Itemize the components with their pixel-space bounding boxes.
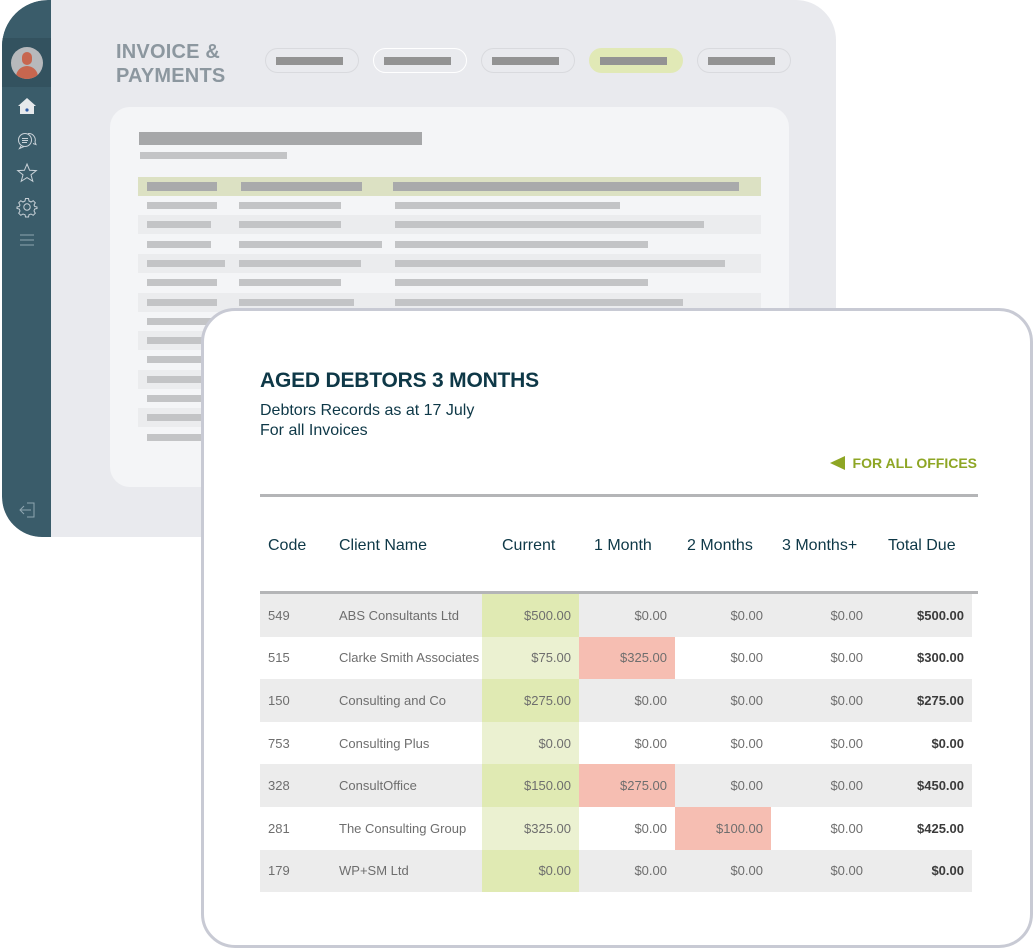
cell-code: 179 <box>268 863 290 879</box>
gear-icon[interactable] <box>16 196 38 218</box>
cell-code: 549 <box>268 607 290 623</box>
cell-m2: $0.00 <box>730 863 763 879</box>
cell-code: 281 <box>268 820 290 836</box>
avatar[interactable] <box>11 47 43 79</box>
placeholder-subheading <box>140 152 287 159</box>
cell-total: $425.00 <box>917 820 964 836</box>
star-icon[interactable] <box>16 162 38 184</box>
table-row[interactable]: 281 The Consulting Group $325.00 $0.00 $100.… <box>260 806 972 850</box>
table-row[interactable]: 150 Consulting and Co $275.00 $0.00 $0.00 $0.… <box>260 679 972 722</box>
column-header-client-name[interactable]: Client Name <box>339 537 427 555</box>
tab-2[interactable] <box>373 48 467 73</box>
cell-m1: $0.00 <box>634 735 667 751</box>
cell-client: The Consulting Group <box>339 820 467 836</box>
cell-code: 328 <box>268 778 290 794</box>
office-filter-link[interactable]: FOR ALL OFFICES <box>829 455 977 471</box>
cell-m3: $0.00 <box>830 735 863 751</box>
report-scope: For all Invoices <box>260 422 368 439</box>
cell-m1: $0.00 <box>634 820 667 836</box>
column-header-2-months[interactable]: 2 Months <box>687 537 753 555</box>
cell-m3: $0.00 <box>830 820 863 836</box>
cell-current: $150.00 <box>482 764 579 807</box>
cell-m2: $0.00 <box>730 650 763 666</box>
cell-current: $325.00 <box>482 806 579 850</box>
placeholder-table-row <box>138 253 761 273</box>
cell-m1: $0.00 <box>634 692 667 708</box>
placeholder-table-row <box>138 235 761 254</box>
divider <box>260 494 978 497</box>
table-row[interactable]: 515 Clarke Smith Associates $75.00 $325.00 $… <box>260 636 972 680</box>
cell-code: 150 <box>268 692 290 708</box>
cell-m3: $0.00 <box>830 650 863 666</box>
cell-code: 515 <box>268 650 290 666</box>
sidebar-item-profile[interactable] <box>2 38 51 87</box>
placeholder-table-row <box>138 273 761 292</box>
cell-client: Consulting and Co <box>339 692 446 708</box>
cell-code: 753 <box>268 735 290 751</box>
cell-total: $300.00 <box>917 650 964 666</box>
cell-current: $500.00 <box>482 594 579 637</box>
cell-current: $75.00 <box>482 636 579 680</box>
cell-client: Consulting Plus <box>339 735 430 751</box>
report-subtitle: Debtors Records as at 17 July <box>260 402 475 419</box>
table-row[interactable]: 753 Consulting Plus $0.00 $0.00 $0.00 $0.00 $0… <box>260 721 972 765</box>
column-header-code[interactable]: Code <box>268 537 306 555</box>
column-header-1-month[interactable]: 1 Month <box>594 537 652 555</box>
aged-debtors-report-card: AGED DEBTORS 3 MONTHS Debtors Records as… <box>201 308 1033 948</box>
chevron-left-icon <box>829 456 845 470</box>
report-title: AGED DEBTORS 3 MONTHS <box>260 369 539 392</box>
placeholder-table-row <box>138 196 761 215</box>
cell-m3: $0.00 <box>830 607 863 623</box>
aged-debtors-table-body: 549 ABS Consultants Ltd $500.00 $0.00 $0.00 $… <box>260 594 972 893</box>
cell-m2: $0.00 <box>730 735 763 751</box>
table-row[interactable]: 549 ABS Consultants Ltd $500.00 $0.00 $0.00 $… <box>260 594 972 637</box>
column-header-3-months[interactable]: 3 Months+ <box>782 537 857 555</box>
cell-total: $0.00 <box>931 735 964 751</box>
cell-current: $0.00 <box>482 849 579 893</box>
column-header-current[interactable]: Current <box>502 537 555 555</box>
cell-m3: $0.00 <box>830 778 863 794</box>
tab-3[interactable] <box>481 48 575 73</box>
cell-total: $275.00 <box>917 692 964 708</box>
cell-m2: $0.00 <box>730 778 763 794</box>
cell-m2: $100.00 <box>675 806 771 850</box>
cell-m2: $0.00 <box>730 692 763 708</box>
page-title: INVOICE & PAYMENTS <box>116 41 226 87</box>
cell-client: ABS Consultants Ltd <box>339 607 459 623</box>
placeholder-table-header <box>138 177 761 196</box>
cell-m1: $0.00 <box>634 607 667 623</box>
cell-m1: $0.00 <box>634 863 667 879</box>
office-filter-label: FOR ALL OFFICES <box>852 455 977 471</box>
cell-client: Clarke Smith Associates <box>339 650 480 666</box>
tab-1[interactable] <box>265 48 359 73</box>
cell-m1: $275.00 <box>579 764 675 807</box>
placeholder-heading <box>139 132 422 145</box>
cell-m2: $0.00 <box>730 607 763 623</box>
cell-client: WP+SM Ltd <box>339 863 409 879</box>
menu-icon[interactable] <box>16 229 38 251</box>
cell-total: $450.00 <box>917 778 964 794</box>
cell-m3: $0.00 <box>830 863 863 879</box>
cell-total: $0.00 <box>931 863 964 879</box>
cell-total: $500.00 <box>917 607 964 623</box>
cell-m3: $0.00 <box>830 692 863 708</box>
aged-debtors-table-header: Code Client Name Current 1 Month 2 Months 3 M… <box>260 525 978 589</box>
chat-icon[interactable] <box>16 128 38 150</box>
cell-m1: $325.00 <box>579 636 675 680</box>
logout-icon[interactable] <box>16 499 38 521</box>
home-icon[interactable] <box>16 95 38 117</box>
column-header-total-due[interactable]: Total Due <box>888 537 956 555</box>
placeholder-table-row <box>138 215 761 235</box>
sidebar <box>2 0 51 537</box>
table-row[interactable]: 328 ConsultOffice $150.00 $275.00 $0.00 $0.00… <box>260 764 972 807</box>
table-row[interactable]: 179 WP+SM Ltd $0.00 $0.00 $0.00 $0.00 $0.00 <box>260 849 972 893</box>
cell-current: $275.00 <box>482 679 579 722</box>
tab-5[interactable] <box>697 48 791 73</box>
cell-client: ConsultOffice <box>339 778 417 794</box>
cell-current: $0.00 <box>482 721 579 765</box>
tab-4-active[interactable] <box>589 48 683 73</box>
